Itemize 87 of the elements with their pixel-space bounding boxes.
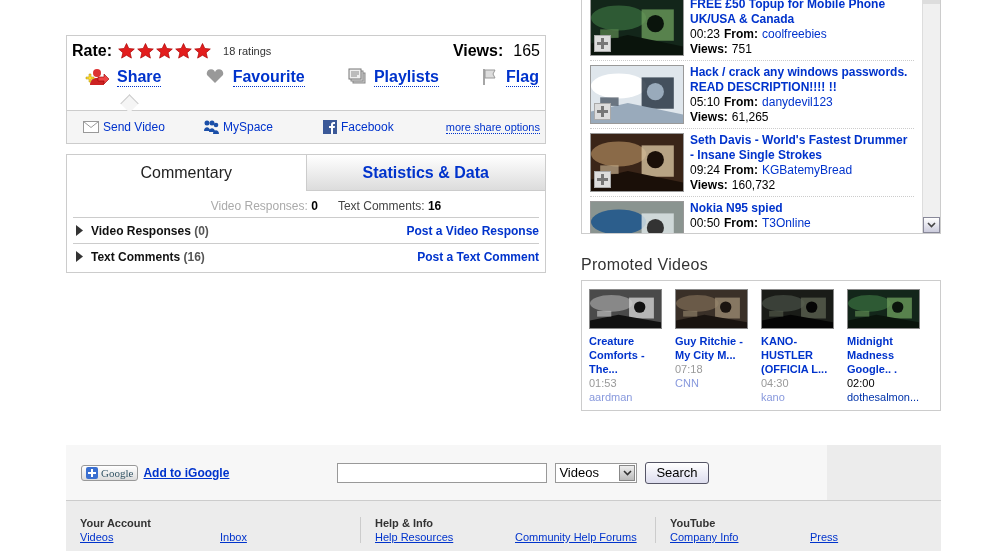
add-button[interactable] bbox=[594, 35, 611, 52]
video-duration: 00:50 bbox=[690, 216, 721, 231]
video-duration: 04:30 bbox=[761, 376, 790, 390]
footer-heading: Help & Info bbox=[375, 517, 435, 529]
social-logo-icon bbox=[323, 120, 337, 134]
video-title-link[interactable]: Creature Comforts - The... bbox=[589, 334, 663, 376]
channel-link[interactable]: danydevil123 bbox=[762, 95, 833, 110]
video-title-link[interactable]: Midnight Madness Google.. . bbox=[847, 334, 921, 376]
star-icon bbox=[194, 43, 211, 59]
facebook-link[interactable]: Facebook bbox=[341, 120, 394, 134]
view-count: 751 bbox=[731, 42, 752, 57]
count-text: Text Comments: 16 bbox=[337, 199, 442, 213]
search-button[interactable]: Search bbox=[645, 461, 709, 484]
action-link[interactable]: Favourite bbox=[232, 68, 305, 87]
section-heading: Promoted Videos bbox=[581, 256, 709, 275]
views-label: Views: bbox=[690, 178, 728, 193]
video-duration: 00:23 bbox=[690, 27, 721, 42]
star-icon bbox=[118, 43, 135, 59]
view-count: 160,732 bbox=[731, 178, 776, 193]
expand-arrow-icon[interactable] bbox=[76, 225, 83, 236]
action-link[interactable]: Flag bbox=[506, 68, 539, 87]
video-title-link[interactable]: Seth Davis - World's Fastest Drummer - Insane Single Strokes bbox=[690, 133, 914, 163]
scroll-down-button[interactable] bbox=[923, 217, 940, 233]
search-field[interactable] bbox=[337, 462, 548, 483]
plus-icon bbox=[86, 466, 98, 479]
footer-heading: YouTube bbox=[670, 517, 717, 529]
plus-icon bbox=[597, 174, 608, 185]
views-count: 165 bbox=[513, 42, 540, 60]
video-duration: 09:24 bbox=[690, 163, 721, 178]
add-button[interactable] bbox=[594, 171, 611, 188]
action-link[interactable]: Share bbox=[117, 68, 162, 87]
star-icon bbox=[137, 43, 154, 59]
views-label: Views: bbox=[452, 42, 504, 60]
envelope-icon bbox=[83, 121, 99, 133]
footer-link[interactable]: Community Help Forums bbox=[515, 531, 655, 543]
add-button[interactable] bbox=[594, 103, 611, 120]
google-button[interactable]: Google bbox=[81, 464, 139, 481]
channel-link[interactable]: T3Online bbox=[762, 216, 811, 231]
video-duration: 07:18 bbox=[675, 362, 704, 376]
post-link[interactable]: Post a Text Comment bbox=[417, 249, 539, 264]
expand-arrow-icon[interactable] bbox=[76, 251, 83, 262]
video-title-link[interactable]: Guy Ritchie - My City M... bbox=[675, 334, 749, 362]
footer-link[interactable]: Videos bbox=[80, 531, 220, 543]
channel-link[interactable]: coolfreebies bbox=[762, 27, 827, 42]
rate-label: Rate: bbox=[72, 42, 112, 60]
ratings-count: 18 ratings bbox=[223, 45, 272, 57]
person-arrow-icon bbox=[85, 68, 109, 86]
more-share-options-link[interactable]: more share options bbox=[445, 120, 540, 134]
view-count: 61,265 bbox=[731, 110, 769, 125]
count-text: Video Responses: 0 bbox=[210, 199, 318, 213]
scrollbar[interactable] bbox=[922, 0, 940, 233]
footer-link[interactable]: Help Resources bbox=[375, 531, 515, 543]
heart-icon bbox=[204, 68, 225, 84]
footer-heading: Your Account bbox=[80, 517, 152, 529]
plus-icon bbox=[597, 38, 608, 49]
plus-icon bbox=[597, 106, 608, 117]
star-icon bbox=[175, 43, 192, 59]
post-link[interactable]: Post a Video Response bbox=[406, 223, 539, 238]
from-label: From: bbox=[724, 27, 759, 42]
video-title-link[interactable]: KANO- HUSTLER (OFFICIA L... bbox=[761, 334, 835, 376]
star-icon bbox=[156, 43, 173, 59]
views-label: Views: bbox=[690, 42, 728, 57]
footer-link[interactable]: Company Info bbox=[670, 531, 810, 543]
add-to-igoogle-link[interactable]: Add to iGoogle bbox=[143, 465, 230, 480]
send-video-link[interactable]: Send Video bbox=[103, 120, 165, 134]
people-icon bbox=[203, 119, 219, 135]
channel-link[interactable]: dothesalmon... bbox=[847, 390, 921, 404]
from-label: From: bbox=[724, 95, 759, 110]
footer-link[interactable]: Inbox bbox=[220, 531, 360, 543]
video-duration: 02:00 bbox=[847, 376, 876, 390]
section-title[interactable]: Video Responses (0) bbox=[91, 223, 209, 238]
tab[interactable]: Statistics & Data bbox=[305, 155, 545, 191]
video-duration: 01:53 bbox=[589, 376, 618, 390]
flag-icon bbox=[482, 68, 499, 85]
from-label: From: bbox=[724, 163, 759, 178]
video-title-link[interactable]: Hack / crack any windows passwords. READ DESCRIPTION!!!! !! bbox=[690, 65, 914, 95]
section-title[interactable]: Text Comments (16) bbox=[91, 249, 205, 264]
category-dropdown[interactable]: Videos bbox=[555, 462, 638, 483]
channel-link[interactable]: KGBatemyBread bbox=[762, 163, 853, 178]
footer-link[interactable]: Press bbox=[810, 531, 950, 543]
action-link[interactable]: Playlists bbox=[373, 68, 439, 87]
views-label: Views: bbox=[690, 110, 728, 125]
video-duration: 05:10 bbox=[690, 95, 721, 110]
stacked-pages-icon bbox=[347, 68, 366, 84]
video-title-link[interactable]: Nokia N95 spied bbox=[690, 201, 811, 216]
myspace-link[interactable]: MySpace bbox=[223, 120, 274, 134]
from-label: From: bbox=[724, 216, 759, 231]
